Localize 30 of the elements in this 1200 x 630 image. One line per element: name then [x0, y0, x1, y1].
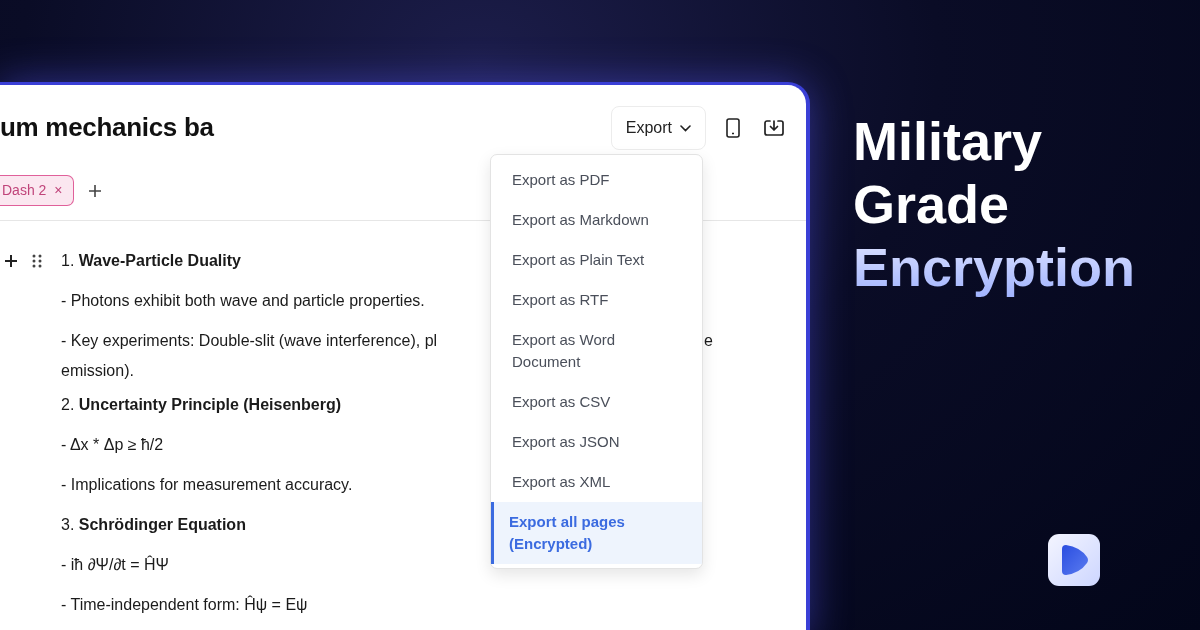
headline-text: Military [853, 110, 1044, 173]
app-logo-icon [1047, 533, 1101, 587]
headline-text: Grade [853, 173, 1011, 236]
menu-item[interactable]: Export all pages (Encrypted) [491, 502, 702, 564]
tag-chip[interactable]: Dash 2 × [0, 175, 74, 206]
text-line: - Photons exhibit both wave and particle properties. [61, 291, 425, 311]
menu-item[interactable]: Export as Markdown [491, 200, 702, 240]
document-title: um mechanics ba [0, 112, 215, 144]
drag-handle-icon[interactable] [32, 254, 42, 268]
export-button[interactable]: Export [610, 106, 706, 150]
menu-item[interactable]: Export as PDF [491, 160, 702, 200]
text-line: e [704, 331, 713, 351]
menu-item[interactable]: Export as Plain Text [491, 240, 702, 280]
text-line: 1. Wave-Particle Duality [61, 251, 241, 271]
text-line: 2. Uncertainty Principle (Heisenberg) [61, 395, 342, 415]
text-line: - Implications for measurement accuracy. [61, 475, 353, 495]
menu-item[interactable]: Export as RTF [491, 280, 702, 320]
add-icon[interactable] [4, 254, 18, 268]
chevron-down-icon [680, 124, 691, 132]
menu-item[interactable]: Export as XML [491, 462, 702, 502]
menu-item[interactable]: Export as JSON [491, 422, 702, 462]
text-line: - iħ ∂Ψ/∂t = ĤΨ [61, 554, 169, 575]
text-line: - Time-independent form: Ĥψ = Eψ [61, 594, 308, 615]
text-line: emission). [61, 361, 134, 381]
remove-tag-button[interactable]: × [54, 180, 63, 201]
text-line: - Δx * Δp ≥ ħ/2 [61, 435, 164, 455]
menu-item[interactable]: Export as Word Document [491, 320, 702, 382]
text-line: 3. Schrödinger Equation [61, 515, 246, 535]
text-line: - Key experiments: Double-slit (wave interference), pl [61, 331, 438, 351]
menu-item[interactable]: Export as CSV [491, 382, 702, 422]
